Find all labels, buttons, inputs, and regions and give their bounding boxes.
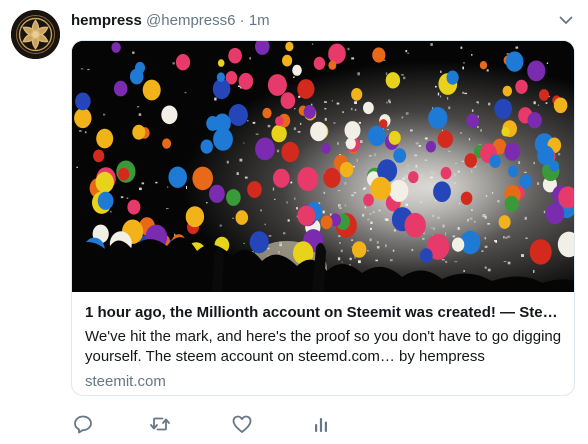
card-body: 1 hour ago, the Millionth account on Ste… (72, 292, 574, 392)
card-image (72, 41, 574, 292)
analytics-icon[interactable] (309, 412, 333, 436)
avatar[interactable] (11, 10, 60, 59)
retweet-icon[interactable] (148, 412, 172, 436)
timestamp[interactable]: 1m (249, 12, 270, 29)
tweet-actions (71, 412, 371, 436)
reply-icon[interactable] (71, 412, 95, 436)
chevron-down-icon[interactable] (558, 12, 574, 28)
tweet-header: hempress @hempress6 · 1m (71, 11, 270, 31)
card-description: We've hit the mark, and here's the proof… (85, 328, 562, 365)
link-card[interactable]: 1 hour ago, the Millionth account on Ste… (71, 40, 575, 396)
author-name[interactable]: hempress (71, 12, 142, 29)
card-domain: steemit.com (85, 373, 166, 390)
heart-icon[interactable] (230, 412, 254, 436)
tweet: hempress @hempress6 · 1m 1 hour ago, the… (0, 0, 588, 444)
card-title[interactable]: 1 hour ago, the Millionth account on Ste… (85, 303, 562, 323)
author-handle[interactable]: @hempress6 (146, 12, 235, 29)
separator-dot: · (239, 12, 245, 29)
